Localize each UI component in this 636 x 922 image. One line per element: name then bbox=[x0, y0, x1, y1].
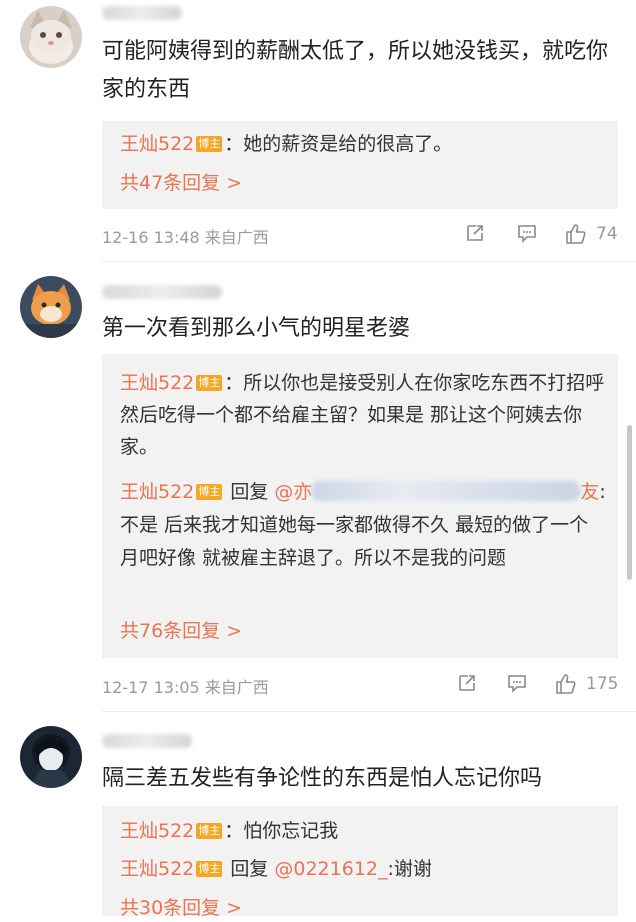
comment-icon[interactable] bbox=[506, 672, 528, 694]
like-count: 74 bbox=[596, 224, 618, 244]
more-replies-link[interactable]: 共30条回复 > bbox=[120, 894, 242, 922]
blogger-badge: 博主 bbox=[196, 861, 223, 877]
username-blurred[interactable] bbox=[102, 734, 192, 748]
reply-word: 回复 bbox=[230, 858, 269, 880]
reply-line: 王灿522 博主 回复 @0221612_:谢谢 bbox=[120, 855, 606, 883]
blogger-badge: 博主 bbox=[196, 823, 223, 839]
anime-avatar-icon bbox=[20, 726, 82, 788]
reply-author[interactable]: 王灿522 bbox=[120, 481, 194, 503]
scrollbar[interactable] bbox=[627, 425, 632, 580]
reply-text: 怕你忘记我 bbox=[243, 820, 339, 842]
comment-icon[interactable] bbox=[516, 222, 538, 244]
comment-text: 隔三差五发些有争论性的东西是怕人忘记你吗 bbox=[102, 766, 543, 791]
timestamp-location: 12-16 13:48 来自广西 bbox=[102, 228, 269, 247]
avatar[interactable] bbox=[20, 6, 82, 68]
username-blurred[interactable] bbox=[102, 6, 182, 20]
divider bbox=[102, 711, 636, 712]
blogger-badge: 博主 bbox=[196, 484, 223, 500]
reply-line: 王灿522 博主 ：她的薪资是给的很高了。 bbox=[120, 133, 453, 155]
comment-meta: 12-16 13:48 来自广西 74 bbox=[102, 220, 618, 250]
cat-avatar-icon bbox=[20, 6, 82, 68]
reply-author[interactable]: 王灿522 bbox=[120, 820, 194, 842]
reply-author[interactable]: 王灿522 bbox=[120, 858, 194, 880]
like-icon[interactable] bbox=[564, 222, 588, 246]
avatar[interactable] bbox=[20, 276, 82, 338]
reply-line: 王灿522 博主 ：怕你忘记我 bbox=[120, 820, 339, 842]
comment-meta: 12-17 13:05 来自广西 175 bbox=[102, 670, 618, 700]
avatar[interactable] bbox=[20, 726, 82, 788]
comment-text: 可能阿姨得到的薪酬太低了，所以她没钱买，就吃你家的东西 bbox=[102, 39, 609, 102]
more-replies-link[interactable]: 共47条回复 > bbox=[120, 169, 242, 197]
mention[interactable]: @0221612_ bbox=[274, 858, 387, 880]
reply-line: 王灿522 博主 ：所以你也是接受别人在你家吃东西不打招呼 然后吃得一个都不给雇主留… bbox=[120, 372, 605, 458]
cat-avatar-icon bbox=[20, 276, 82, 338]
blogger-badge: 博主 bbox=[196, 136, 223, 152]
mention-blurred bbox=[312, 481, 581, 501]
blogger-badge: 博主 bbox=[196, 375, 223, 391]
reply-box[interactable]: 王灿522 博主 ：怕你忘记我 王灿522 博主 回复 @0221612_:谢谢 共3… bbox=[102, 806, 618, 919]
reply-box[interactable]: 王灿522 博主 ：她的薪资是给的很高了。 共47条回复 > bbox=[102, 121, 618, 209]
reply-text: :谢谢 bbox=[387, 858, 432, 880]
more-replies-link[interactable]: 共76条回复 > bbox=[120, 617, 242, 645]
reply-word: 回复 bbox=[230, 481, 269, 503]
reply-text: 她的薪资是给的很高了。 bbox=[243, 133, 453, 155]
timestamp-location: 12-17 13:05 来自广西 bbox=[102, 678, 269, 697]
like-icon[interactable] bbox=[554, 672, 578, 696]
share-icon[interactable] bbox=[464, 222, 486, 244]
like-count: 175 bbox=[586, 674, 619, 694]
reply-author[interactable]: 王灿522 bbox=[120, 133, 194, 155]
reply-line: 王灿522 博主 回复 @亦 友:不是 后来我才知道她每一家都做得不久 最短的做了一… bbox=[120, 476, 606, 575]
divider bbox=[102, 261, 636, 262]
reply-author[interactable]: 王灿522 bbox=[120, 372, 194, 394]
comment-text: 第一次看到那么小气的明星老婆 bbox=[102, 316, 411, 341]
reply-box[interactable]: 王灿522 博主 ：所以你也是接受别人在你家吃东西不打招呼 然后吃得一个都不给雇主留… bbox=[102, 354, 618, 658]
username-blurred[interactable] bbox=[102, 285, 222, 299]
share-icon[interactable] bbox=[456, 672, 478, 694]
mention-start[interactable]: @亦 bbox=[274, 481, 312, 503]
mention-end[interactable]: 友 bbox=[580, 481, 599, 503]
